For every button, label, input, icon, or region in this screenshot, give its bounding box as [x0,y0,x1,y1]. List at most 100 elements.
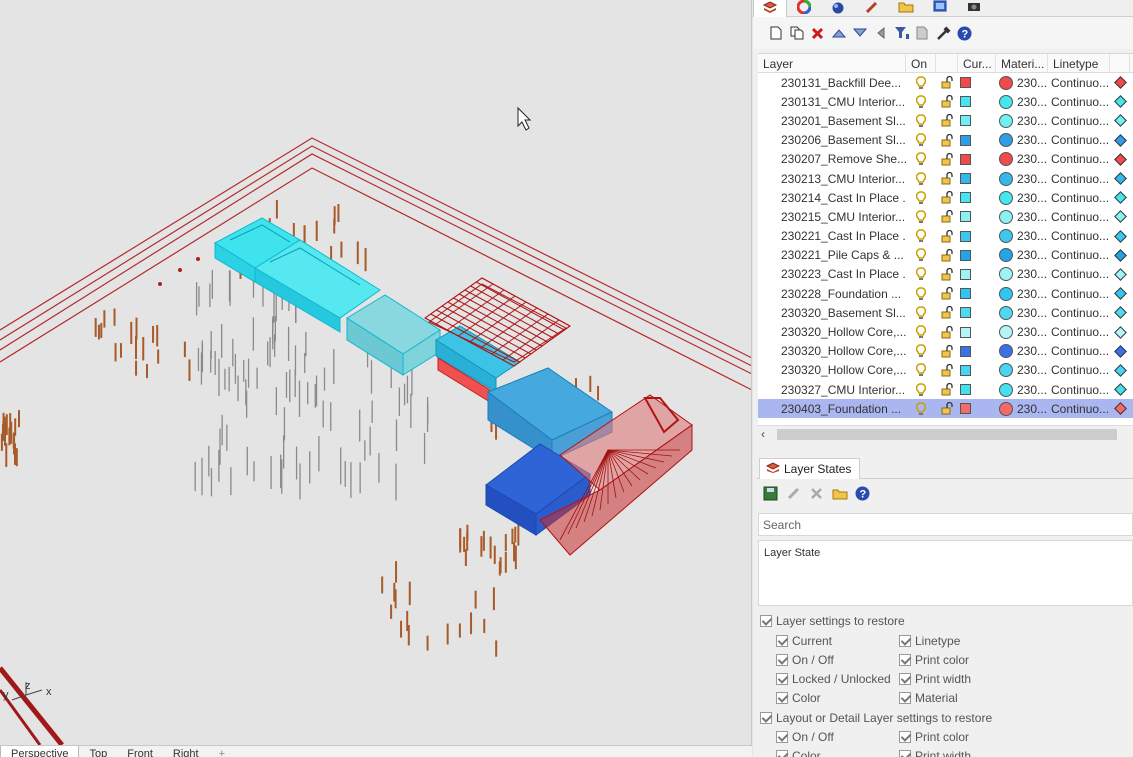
layer-print-color[interactable] [1110,76,1130,89]
layer-states-search-input[interactable]: Search [758,513,1133,536]
layer-lock-toggle[interactable] [936,287,958,300]
layer-print-color[interactable] [1110,306,1130,320]
layer-material[interactable]: 230... [996,267,1048,282]
layer-print-color[interactable] [1110,152,1130,166]
layer-material[interactable]: 230... [996,401,1048,416]
layer-row[interactable]: 230215_CMU Interior... 230... Continuo... [758,207,1133,226]
layer-visibility-toggle[interactable] [906,114,936,128]
layer-name[interactable]: 230215_CMU Interior... [758,210,906,224]
layer-print-color[interactable] [1110,268,1130,281]
col-layer[interactable]: Layer [758,54,906,72]
layer-material[interactable]: 230... [996,133,1048,148]
tab-perspective[interactable]: Perspective [0,746,80,757]
files-tab[interactable] [889,0,923,17]
layer-name[interactable]: 230201_Basement Sl... [758,114,906,128]
layer-row[interactable]: 230221_Pile Caps & ... 230... Continuo... [758,246,1133,265]
layer-color-swatch[interactable] [958,96,996,108]
layer-material[interactable]: 230... [996,325,1048,340]
layer-lock-toggle[interactable] [936,191,958,204]
layer-row[interactable]: 230201_Basement Sl... 230... Continuo... [758,111,1133,130]
layer-lock-toggle[interactable] [936,306,958,319]
layer-visibility-toggle[interactable] [906,363,936,377]
layer-name[interactable]: 230403_Foundation ... [758,402,906,416]
locked-unlocked-checkbox[interactable]: Locked / Unlocked [776,672,891,686]
layer-name[interactable]: 230213_CMU Interior... [758,172,906,186]
perspective-viewport[interactable]: x z y [0,0,752,745]
layer-row[interactable]: 230403_Foundation ... 230... Continuo... [758,399,1133,419]
layer-material[interactable]: 230... [996,363,1048,378]
layer-lock-toggle[interactable] [936,363,958,377]
layer-lock-toggle[interactable] [936,402,958,415]
layer-name[interactable]: 230221_Pile Caps & ... [758,248,906,262]
layer-linetype[interactable]: Continuo... [1048,287,1110,301]
linetype-checkbox[interactable]: Linetype [899,634,960,648]
layer-material[interactable]: 230... [996,229,1048,244]
layer-lock-toggle[interactable] [936,383,958,396]
layer-visibility-toggle[interactable] [906,344,936,358]
layer-visibility-toggle[interactable] [906,133,936,147]
layer-row[interactable]: 230320_Hollow Core,... 230... Continuo... [758,342,1133,361]
layer-print-color[interactable] [1110,229,1130,243]
layer-row[interactable]: 230320_Hollow Core,... 230... Continuo... [758,361,1133,380]
layer-visibility-toggle[interactable] [906,229,936,243]
layer-print-color[interactable] [1110,191,1130,205]
layer-material[interactable]: 230... [996,190,1048,205]
layer-row[interactable]: 230320_Hollow Core,... 230... Continuo... [758,322,1133,341]
layer-row[interactable]: 230327_CMU Interior... 230... Continuo... [758,380,1133,399]
layer-material[interactable]: 230... [996,344,1048,359]
layers-horizontal-scrollbar[interactable]: ‹ [757,425,1133,442]
col-lock[interactable] [936,54,958,72]
layer-material[interactable]: 230... [996,286,1048,301]
layer-color-swatch[interactable] [958,173,996,185]
tab-top[interactable]: Top [79,746,117,757]
layer-material[interactable]: 230... [996,94,1048,109]
layer-linetype[interactable]: Continuo... [1048,114,1110,128]
layer-linetype[interactable]: Continuo... [1048,383,1110,397]
print-width-checkbox[interactable]: Print width [899,672,971,686]
layer-color-swatch[interactable] [958,364,996,376]
detail-color-checkbox[interactable]: Color [776,749,821,757]
move-layer-up-button[interactable] [830,25,847,42]
layer-color-swatch[interactable] [958,153,996,165]
layer-name[interactable]: 230320_Hollow Core,... [758,325,906,339]
layer-print-color[interactable] [1110,172,1130,185]
add-viewport-tab-button[interactable]: + [209,746,235,757]
layer-lock-toggle[interactable] [936,248,958,262]
layer-row[interactable]: 230223_Cast In Place ... 230... Continuo..… [758,265,1133,284]
filter-button[interactable] [893,25,910,42]
layer-visibility-toggle[interactable] [906,171,936,186]
layer-lock-toggle[interactable] [936,95,958,108]
layer-visibility-toggle[interactable] [906,152,936,166]
layer-visibility-toggle[interactable] [906,286,936,301]
camera-tab[interactable] [957,0,991,17]
tab-front[interactable]: Front [117,746,163,757]
layer-row[interactable]: 230320_Basement Sl... 230... Continuo... [758,303,1133,322]
layer-lock-toggle[interactable] [936,267,958,281]
layer-linetype[interactable]: Continuo... [1048,95,1110,109]
tab-right[interactable]: Right [163,746,209,757]
layer-visibility-toggle[interactable] [906,190,936,205]
layer-name[interactable]: 230214_Cast In Place ... [758,191,906,205]
layer-lock-toggle[interactable] [936,114,958,127]
layer-color-swatch[interactable] [958,384,996,396]
render-tab[interactable] [821,0,855,17]
layer-linetype[interactable]: Continuo... [1048,267,1110,281]
material-checkbox[interactable]: Material [899,691,958,705]
layer-lock-toggle[interactable] [936,229,958,243]
scroll-thumb[interactable] [777,429,1117,440]
layer-print-color[interactable] [1110,402,1130,416]
layer-linetype[interactable]: Continuo... [1048,344,1110,358]
layer-color-swatch[interactable] [958,230,996,242]
on-off-checkbox[interactable]: On / Off [776,653,834,667]
layer-name[interactable]: 230131_CMU Interior... [758,95,906,109]
move-layer-down-button[interactable] [851,25,868,42]
layer-name[interactable]: 230206_Basement Sl... [758,133,906,147]
layer-print-color[interactable] [1110,325,1130,339]
layer-lock-toggle[interactable] [936,172,958,185]
layer-color-swatch[interactable] [958,249,996,261]
layer-color-swatch[interactable] [958,134,996,146]
layer-print-color[interactable] [1110,383,1130,396]
layer-print-color[interactable] [1110,287,1130,301]
layer-material[interactable]: 230... [996,75,1048,90]
layer-state-column-header[interactable]: Layer State [759,541,1132,559]
